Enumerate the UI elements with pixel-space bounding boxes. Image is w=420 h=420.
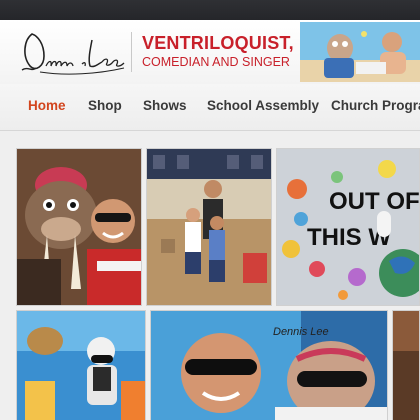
site-header: VENTRILOQUIST, COMEDIAN AND SINGER <box>0 20 420 84</box>
header-tagline: VENTRILOQUIST, COMEDIAN AND SINGER <box>142 34 312 69</box>
main-navigation: Home Shop Shows School Assembly Church P… <box>0 84 420 131</box>
signature-logo[interactable] <box>18 26 128 78</box>
nav-item-church-program[interactable]: Church Program <box>331 98 420 113</box>
header-divider <box>131 32 132 72</box>
header-banner-photo <box>300 22 420 82</box>
gym-kids-photo[interactable] <box>146 148 272 306</box>
board-text-line-1: OUT OF <box>329 188 420 215</box>
out-of-this-world-board-photo[interactable]: OUT OF THIS W <box>276 148 420 306</box>
tagline-line-2: COMEDIAN AND SINGER <box>142 55 290 69</box>
tagline-line-1: VENTRILOQUIST, <box>142 33 294 53</box>
shirt-text: Dennis Lee <box>273 326 329 338</box>
nav-item-school-assembly[interactable]: School Assembly <box>207 98 319 113</box>
edge-photo[interactable] <box>392 310 420 420</box>
nav-item-shows[interactable]: Shows <box>143 98 187 113</box>
walrus-puppet-photo[interactable] <box>16 148 142 306</box>
browser-top-bar <box>0 0 420 20</box>
nav-item-shop[interactable]: Shop <box>88 98 122 113</box>
website-page: VENTRILOQUIST, COMEDIAN AND SINGER Home … <box>0 20 420 420</box>
nav-item-home[interactable]: Home <box>28 98 66 113</box>
stage-puppet-photo[interactable] <box>16 310 146 420</box>
photo-gallery: OUT OF THIS W Dennis Lee <box>0 142 420 420</box>
sunglasses-puppet-photo[interactable]: Dennis Lee <box>150 310 388 420</box>
